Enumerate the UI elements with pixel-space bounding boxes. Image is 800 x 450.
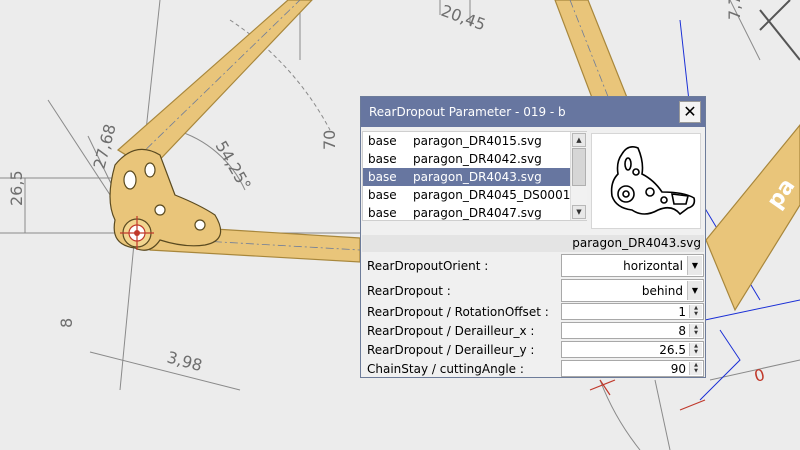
file-name: paragon_DR4047.svg <box>413 206 542 220</box>
reardropout-parameter-dialog: RearDropout Parameter - 019 - b ✕ base p… <box>360 96 706 378</box>
dim-8: 8 <box>57 318 76 328</box>
spin-arrows-icon[interactable]: ▲ ▼ <box>689 324 702 337</box>
file-group: base <box>368 188 397 202</box>
cutting-angle-value: 90 <box>670 362 686 376</box>
der-x-value: 8 <box>678 324 686 338</box>
der-y-label: RearDropout / Derailleur_y : <box>367 343 535 357</box>
dropout-label: RearDropout : <box>367 284 451 298</box>
file-group: base <box>368 170 397 184</box>
rotation-label: RearDropout / RotationOffset : <box>367 305 549 319</box>
orient-dropdown[interactable]: horizontal ▼ <box>561 254 704 277</box>
dropout-dropdown[interactable]: behind ▼ <box>561 279 704 302</box>
file-name: paragon_DR4043.svg <box>413 170 542 184</box>
dropout-preview <box>587 131 705 233</box>
file-name: paragon_DR4045_DS0001.svg <box>413 188 596 202</box>
param-row-orient: RearDropoutOrient : horizontal ▼ <box>362 254 704 279</box>
param-row-der-x: RearDropout / Derailleur_x : 8 ▲ ▼ <box>362 322 704 341</box>
derailleur-x-input[interactable]: 8 ▲ ▼ <box>561 322 704 339</box>
orient-value: horizontal <box>623 259 683 273</box>
spin-arrows-icon[interactable]: ▲ ▼ <box>689 362 702 375</box>
list-item[interactable]: base paragon_DR4015.svg <box>363 132 570 150</box>
scroll-thumb[interactable] <box>572 148 586 186</box>
cutting-angle-input[interactable]: 90 ▲ ▼ <box>561 360 704 377</box>
close-button[interactable]: ✕ <box>679 101 701 123</box>
orient-label: RearDropoutOrient : <box>367 259 489 273</box>
cutting-angle-label: ChainStay / cuttingAngle : <box>367 362 524 376</box>
triangle-down-icon: ▼ <box>576 208 582 216</box>
file-name: paragon_DR4042.svg <box>413 152 542 166</box>
param-row-cutting: ChainStay / cuttingAngle : 90 ▲ ▼ <box>362 360 704 378</box>
dialog-title: RearDropout Parameter - 019 - b <box>369 105 566 119</box>
derailleur-y-input[interactable]: 26.5 ▲ ▼ <box>561 341 704 358</box>
triangle-up-icon: ▲ <box>576 136 582 144</box>
file-group: base <box>368 206 397 220</box>
dropout-value: behind <box>641 284 683 298</box>
dialog-titlebar[interactable]: RearDropout Parameter - 019 - b ✕ <box>361 97 705 127</box>
spin-arrows-icon[interactable]: ▲ ▼ <box>689 343 702 356</box>
chevron-down-icon[interactable]: ▼ <box>687 256 702 275</box>
rotation-offset-input[interactable]: 1 ▲ ▼ <box>561 303 704 320</box>
dim-26-5: 26,5 <box>7 170 26 206</box>
list-item[interactable]: base paragon_DR4042.svg <box>363 150 570 168</box>
param-row-der-y: RearDropout / Derailleur_y : 26.5 ▲ ▼ <box>362 341 704 360</box>
selected-file-label: paragon_DR4043.svg <box>362 235 704 252</box>
preview-frame <box>591 133 701 229</box>
list-item[interactable]: base paragon_DR4045_DS0001.svg <box>363 186 595 204</box>
rotation-value: 1 <box>678 305 686 319</box>
scroll-down-button[interactable]: ▼ <box>572 205 586 219</box>
close-icon: ✕ <box>683 102 697 121</box>
param-row-dropout: RearDropout : behind ▼ <box>362 279 704 304</box>
param-row-rotation: RearDropout / RotationOffset : 1 ▲ ▼ <box>362 303 704 322</box>
file-list[interactable]: base paragon_DR4015.svg base paragon_DR4… <box>362 131 595 222</box>
list-item[interactable]: base paragon_DR4047.svg <box>363 204 570 222</box>
der-y-value: 26.5 <box>659 343 686 357</box>
der-x-label: RearDropout / Derailleur_x : <box>367 324 535 338</box>
list-scrollbar[interactable]: ▲ ▼ <box>570 132 587 220</box>
list-item-selected[interactable]: base paragon_DR4043.svg <box>363 168 570 186</box>
file-name: paragon_DR4015.svg <box>413 134 542 148</box>
spin-arrows-icon[interactable]: ▲ ▼ <box>689 305 702 318</box>
dim-7-71: 7,71 <box>725 0 744 20</box>
dim-70: 70 <box>320 130 339 150</box>
chevron-down-icon[interactable]: ▼ <box>687 281 702 300</box>
dropout-preview-icon <box>610 146 696 216</box>
file-group: base <box>368 152 397 166</box>
scroll-up-button[interactable]: ▲ <box>572 133 586 147</box>
file-group: base <box>368 134 397 148</box>
